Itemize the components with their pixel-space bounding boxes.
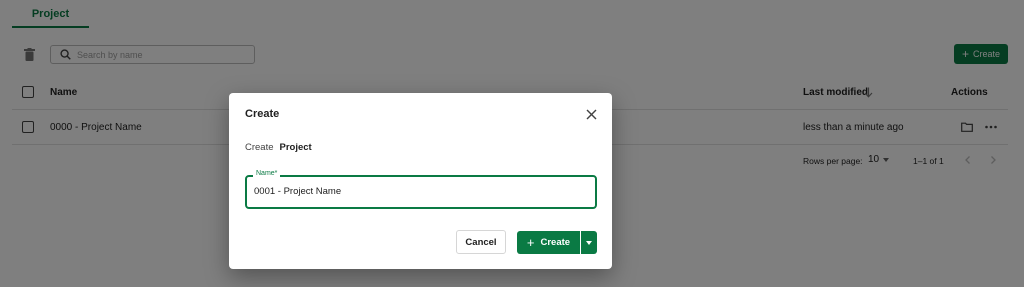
caret-down-icon (586, 240, 592, 245)
cancel-button-label: Cancel (465, 236, 497, 248)
dialog-subtitle: Create Project (245, 142, 312, 153)
name-input[interactable] (254, 186, 584, 197)
dialog-subtitle-prefix: Create (245, 142, 274, 153)
plus-icon: + (526, 235, 535, 250)
create-dialog: Create Create Project Name* Cancel + Crea… (229, 93, 612, 269)
name-field-label: Name* (253, 170, 281, 177)
close-icon (586, 109, 596, 119)
name-field[interactable]: Name* (245, 170, 597, 209)
close-button[interactable] (584, 107, 598, 121)
create-submit-button[interactable]: + Create (517, 231, 580, 254)
create-submit-label: Create (540, 237, 571, 248)
cancel-button[interactable]: Cancel (456, 230, 506, 254)
dialog-title: Create (245, 108, 280, 120)
create-options-dropdown[interactable] (581, 231, 597, 254)
dialog-subtitle-entity: Project (279, 142, 312, 153)
